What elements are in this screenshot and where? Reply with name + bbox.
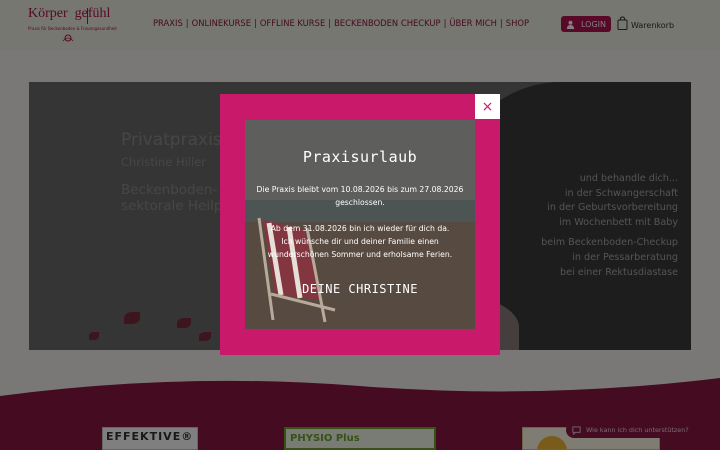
modal-text-line: Ich wünsche dir und deiner Familie einen <box>281 237 439 246</box>
modal-title: Praxisurlaub <box>302 148 418 166</box>
modal-text-line: geschlossen. <box>335 198 385 207</box>
modal-beach-image: Praxisurlaub Die Praxis bleibt vom 10.08… <box>245 120 475 329</box>
modal-signature: DEINE CHRISTINE <box>302 282 418 296</box>
close-icon: × <box>481 98 494 115</box>
modal-greeting-text: Ab dem 31.08.2026 bin ich wieder für dic… <box>245 222 475 261</box>
modal-text-line: wunderschönen Sommer und erholsame Ferie… <box>267 250 453 259</box>
modal-text-line: Die Praxis bleibt vom 10.08.2026 bis zum… <box>256 185 464 194</box>
vacation-notice-modal: Praxisurlaub Die Praxis bleibt vom 10.08… <box>220 94 500 355</box>
modal-closure-text: Die Praxis bleibt vom 10.08.2026 bis zum… <box>245 183 475 209</box>
close-modal-button[interactable]: × <box>475 94 500 119</box>
modal-text-line: Ab dem 31.08.2026 bin ich wieder für dic… <box>270 224 450 233</box>
